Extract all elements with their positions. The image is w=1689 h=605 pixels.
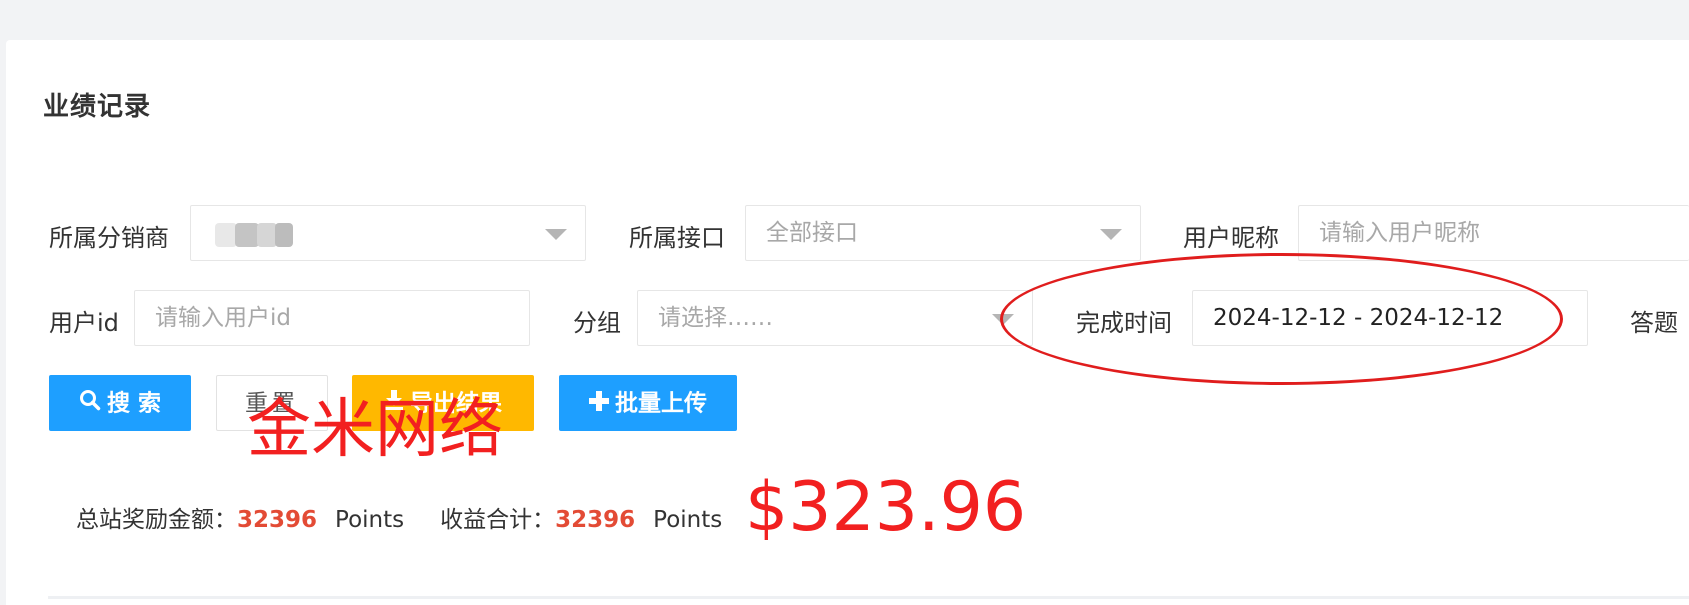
highlight-ellipse bbox=[1000, 253, 1563, 385]
group-placeholder: 请选择…… bbox=[658, 305, 773, 331]
reward-unit: Points bbox=[335, 507, 405, 533]
amount-annotation: $323.96 bbox=[745, 468, 1027, 547]
nickname-placeholder: 请输入用户昵称 bbox=[1319, 220, 1480, 246]
userid-label: 用户id bbox=[49, 309, 119, 337]
distributor-label: 所属分销商 bbox=[49, 224, 169, 252]
stats-summary: 总站奖励金额：32396 Points 收益合计：32396 Points bbox=[76, 500, 722, 534]
income-label: 收益合计： bbox=[440, 507, 556, 533]
income-value: 32396 bbox=[555, 507, 636, 533]
redacted-value bbox=[215, 223, 293, 247]
search-icon bbox=[79, 376, 101, 432]
group-select[interactable]: 请选择…… bbox=[637, 290, 1033, 346]
distributor-select[interactable] bbox=[190, 205, 586, 261]
group-label: 分组 bbox=[573, 309, 621, 337]
plus-icon bbox=[589, 376, 609, 432]
chevron-down-icon bbox=[545, 229, 567, 240]
answer-label: 答题 bbox=[1630, 309, 1678, 337]
userid-input[interactable]: 请输入用户id bbox=[134, 290, 530, 346]
batch-upload-button[interactable]: 批量上传 bbox=[559, 375, 737, 431]
page-title: 业绩记录 bbox=[43, 92, 152, 122]
interface-select[interactable]: 全部接口 bbox=[745, 205, 1141, 261]
search-button-label: 搜 索 bbox=[106, 390, 161, 417]
income-unit: Points bbox=[653, 507, 723, 533]
interface-label: 所属接口 bbox=[629, 224, 725, 252]
search-button[interactable]: 搜 索 bbox=[49, 375, 191, 431]
reward-label: 总站奖励金额： bbox=[76, 507, 237, 533]
nickname-label: 用户昵称 bbox=[1183, 224, 1279, 252]
reward-value: 32396 bbox=[237, 507, 318, 533]
userid-placeholder: 请输入用户id bbox=[155, 305, 291, 331]
interface-select-value: 全部接口 bbox=[766, 220, 858, 246]
nickname-input[interactable]: 请输入用户昵称 bbox=[1298, 205, 1689, 261]
watermark-text: 金米网络 bbox=[247, 393, 503, 467]
table-top-divider bbox=[48, 596, 1689, 599]
batch-upload-button-label: 批量上传 bbox=[615, 390, 707, 417]
chevron-down-icon bbox=[1100, 229, 1122, 240]
